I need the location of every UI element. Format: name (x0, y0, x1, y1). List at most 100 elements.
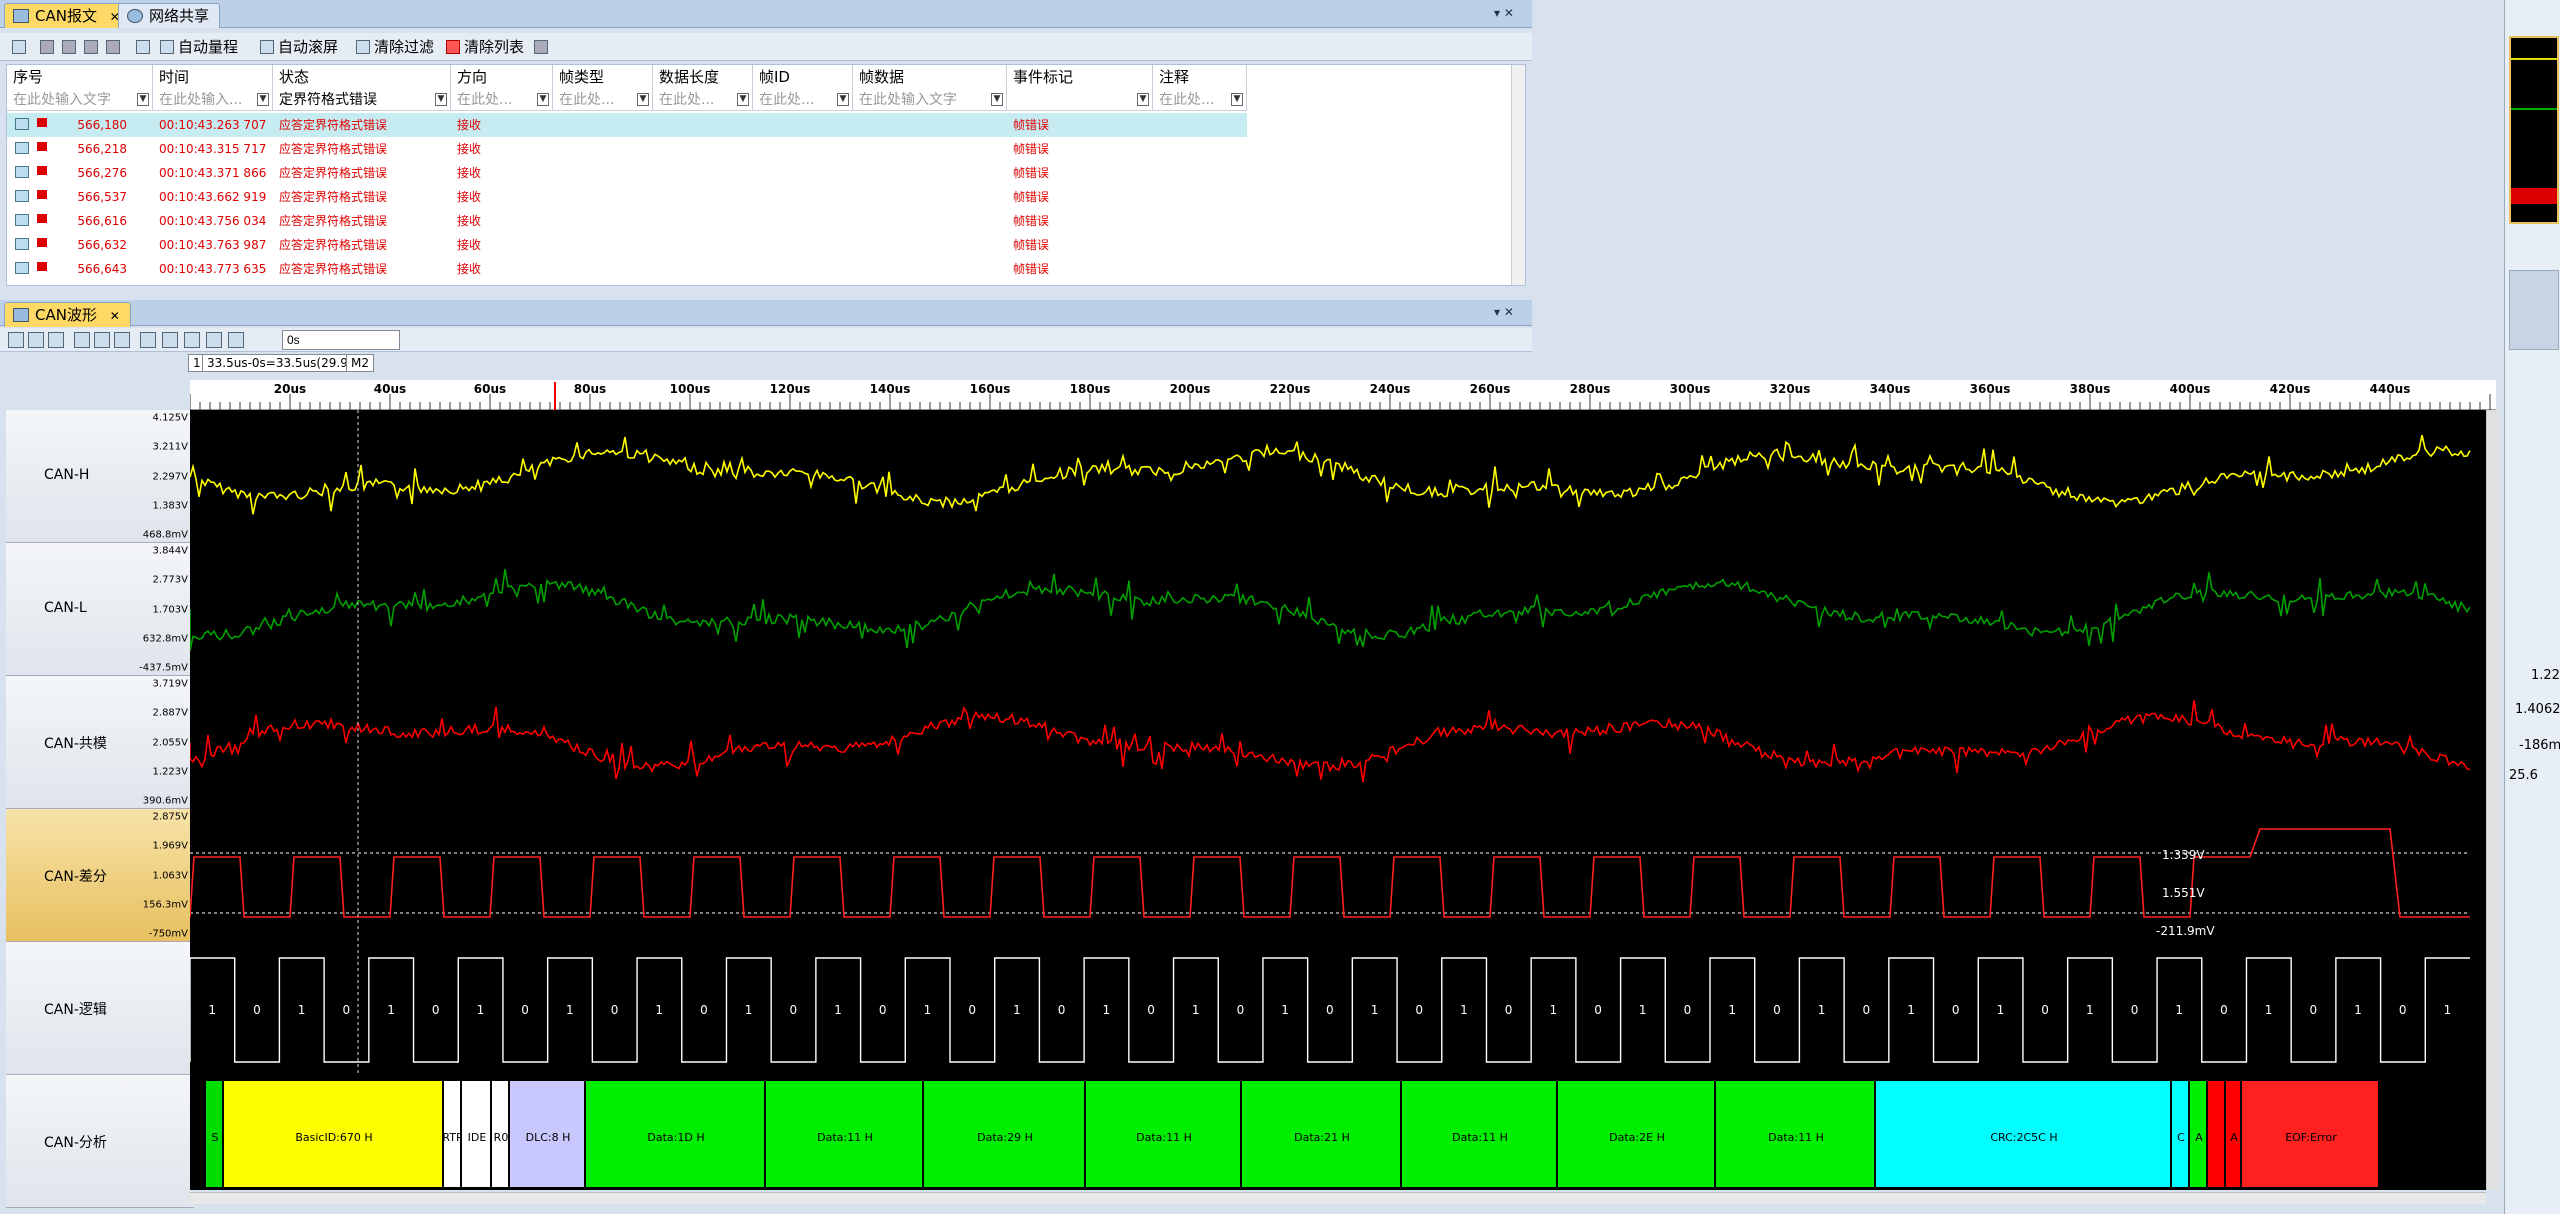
channel-row[interactable]: CAN-差分 2.875V 1.969V 1.063V 156.3mV -750mV (6, 809, 194, 942)
tab-can-messages[interactable]: CAN报文 ✕ (4, 3, 131, 28)
scope-scrollbar[interactable] (2486, 410, 2500, 1190)
column-filter[interactable]: 在此处... ▼ (451, 89, 553, 111)
column-header[interactable]: 帧ID (753, 65, 853, 89)
filter-icon[interactable]: ▼ (137, 93, 149, 106)
cell-time: 00:10:43.263 707 (159, 118, 267, 132)
zoom-icon[interactable] (48, 332, 64, 348)
column-filter[interactable]: 在此处... ▼ (553, 89, 653, 111)
first-icon[interactable] (140, 332, 156, 348)
filter-icon[interactable]: ▼ (637, 93, 649, 106)
table-row[interactable]: 566,616 00:10:43.756 034 应答定界符格式错误 接收 帧错误 (7, 209, 1247, 233)
column-header[interactable]: 方向 (451, 65, 553, 89)
column-filter[interactable]: 定界符格式错误 ▼ (273, 89, 451, 111)
column-filter[interactable]: 在此处输入文字 ▼ (853, 89, 1007, 111)
filter-b-icon[interactable] (62, 36, 80, 58)
logic-bit-label: 1 (477, 1003, 485, 1017)
logic-bit-label: 1 (1907, 1003, 1915, 1017)
filter-icon[interactable]: ▼ (1231, 93, 1243, 106)
column-header[interactable]: 时间 (153, 65, 273, 89)
filter-d-icon[interactable] (106, 36, 124, 58)
measure-upper: 1.339V (2162, 848, 2205, 862)
logic-bit-label: 0 (790, 1003, 798, 1017)
ruler-label: 200us (1169, 382, 1211, 396)
speaker-icon[interactable] (534, 36, 552, 58)
channel-row[interactable]: CAN-共模 3.719V 2.887V 2.055V 1.223V 390.6mV (6, 676, 194, 809)
pointer-icon[interactable] (8, 332, 24, 348)
channel-row[interactable]: CAN-H 4.125V 3.211V 2.297V 1.383V 468.8mV (6, 410, 194, 543)
column-filter[interactable]: ▼ (1007, 89, 1153, 111)
flag-icon (37, 142, 47, 151)
auto-scroll-button[interactable]: 自动滚屏 (260, 36, 338, 58)
analysis-segment-label: Data:1D H (647, 1131, 704, 1144)
column-filter[interactable]: 在此处... ▼ (1153, 89, 1247, 111)
pin-icon[interactable]: ▾ ✕ (1494, 305, 1514, 319)
filter-icon[interactable]: ▼ (1137, 93, 1149, 106)
hand-icon[interactable] (28, 332, 44, 348)
column-header[interactable]: 帧数据 (853, 65, 1007, 89)
filter-icon[interactable]: ▼ (837, 93, 849, 106)
scope-canvas[interactable]: 1 0 1 0 1 0 1 0 1 0 1 0 1 0 1 0 1 0 1 0 1 0 1 0 1 0 1 0 1 0 1 0 1 0 1 0 1 0 1 0… (190, 410, 2486, 1190)
table-row[interactable]: 566,276 00:10:43.371 866 应答定界符格式错误 接收 帧错误 (7, 161, 1247, 185)
table-row[interactable]: 566,180 00:10:43.263 707 应答定界符格式错误 接收 帧错误 (7, 113, 1247, 137)
next-icon[interactable] (206, 332, 222, 348)
mini-preview[interactable] (2509, 36, 2559, 224)
logic-bit-label: 0 (1058, 1003, 1066, 1017)
channel-row[interactable]: CAN-分析 (6, 1075, 194, 1208)
logic-bit-label: 1 (1371, 1003, 1379, 1017)
side-tab[interactable] (2509, 270, 2559, 350)
channel-row[interactable]: CAN-L 3.844V 2.773V 1.703V 632.8mV -437.5mV (6, 543, 194, 676)
axis-tick: 2.297V (152, 471, 188, 482)
tab-can-waveform[interactable]: CAN波形 ✕ (4, 302, 131, 327)
clear-list-button[interactable]: 清除列表 (446, 36, 524, 58)
channel-label-column: CAN-H 4.125V 3.211V 2.297V 1.383V 468.8mV CAN-… (6, 410, 194, 1208)
last-icon[interactable] (228, 332, 244, 348)
column-filter[interactable]: 在此处... ▼ (653, 89, 753, 111)
axis-tick: 1.969V (152, 840, 188, 852)
analysis-segment-label: S (212, 1131, 219, 1144)
column-header[interactable]: 事件标记 (1007, 65, 1153, 89)
table-row[interactable]: 566,537 00:10:43.662 919 应答定界符格式错误 接收 帧错误 (7, 185, 1247, 209)
column-header[interactable]: 状态 (273, 65, 451, 89)
column-header[interactable]: 帧类型 (553, 65, 653, 89)
binoculars-icon[interactable] (136, 36, 154, 58)
message-icon (13, 9, 29, 23)
column-filter[interactable]: 在此处输入... ▼ (153, 89, 273, 111)
center-icon[interactable] (184, 332, 200, 348)
grid-icon[interactable] (114, 332, 130, 348)
time-ruler[interactable]: 20us 40us 60us 80us 100us 120us 140us 160us 180u… (190, 380, 2496, 410)
filter-a-icon[interactable] (40, 36, 58, 58)
table-row[interactable]: 566,643 00:10:43.773 635 应答定界符格式错误 接收 帧错误 (7, 257, 1247, 281)
cell-seq: 566,643 (77, 262, 127, 276)
auto-range-button[interactable]: 自动量程 (160, 36, 238, 58)
table-row[interactable]: 566,632 00:10:43.763 987 应答定界符格式错误 接收 帧错误 (7, 233, 1247, 257)
tab-network-share[interactable]: 网络共享 (118, 3, 221, 28)
close-icon[interactable]: ✕ (110, 309, 120, 323)
clear-filter-button[interactable]: 清除过滤 (356, 36, 434, 58)
message-toolbar: 自动量程 自动滚屏 清除过滤 清除列表 (0, 33, 1532, 61)
pin-icon[interactable]: ▾ ✕ (1494, 6, 1514, 20)
copy-icon[interactable] (12, 36, 30, 58)
table-row[interactable]: 566,218 00:10:43.315 717 应答定界符格式错误 接收 帧错误 (7, 137, 1247, 161)
filter-icon[interactable]: ▼ (991, 93, 1003, 106)
filter-c-icon[interactable] (84, 36, 102, 58)
filter-icon[interactable]: ▼ (435, 93, 447, 106)
grid-scrollbar[interactable] (1511, 65, 1525, 285)
column-header[interactable]: 序号 (7, 65, 153, 89)
column-header[interactable]: 注释 (1153, 65, 1247, 89)
ruler-label: 400us (2169, 382, 2211, 396)
scope-hscrollbar[interactable] (190, 1192, 2486, 1204)
channel-row[interactable]: CAN-逻辑 (6, 942, 194, 1075)
prev-icon[interactable] (162, 332, 178, 348)
frame-icon (15, 262, 29, 274)
column-filter[interactable]: 在此处输入文字 ▼ (7, 89, 153, 111)
axis-tick: -750mV (148, 928, 188, 940)
column-header[interactable]: 数据长度 (653, 65, 753, 89)
channel-name: CAN-共模 (44, 735, 107, 752)
column-filter[interactable]: 在此处... ▼ (753, 89, 853, 111)
filter-icon[interactable]: ▼ (537, 93, 549, 106)
edge-fall-icon[interactable] (94, 332, 110, 348)
filter-icon[interactable]: ▼ (737, 93, 749, 106)
filter-icon[interactable]: ▼ (257, 93, 269, 106)
cursor-time-input[interactable] (282, 330, 400, 350)
edge-rise-icon[interactable] (74, 332, 90, 348)
